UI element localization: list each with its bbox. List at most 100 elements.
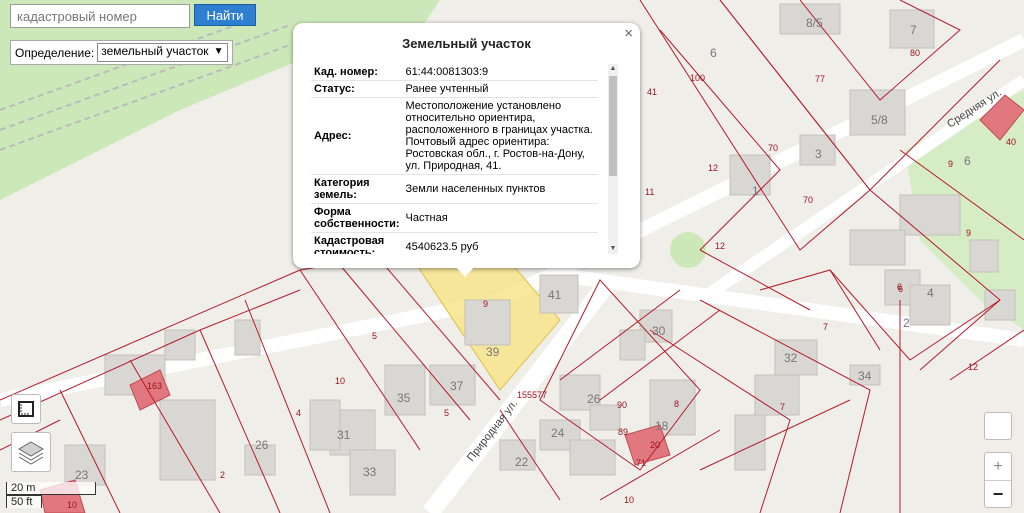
zoom-control: + − — [984, 452, 1012, 508]
scale-imperial: 50 ft — [6, 495, 42, 508]
svg-text:32: 32 — [784, 351, 798, 365]
row-key: Форма собственности: — [311, 203, 403, 233]
svg-text:33: 33 — [363, 465, 377, 479]
close-icon[interactable]: × — [624, 25, 633, 42]
cadastral-number-input[interactable] — [10, 4, 190, 28]
svg-text:5: 5 — [372, 331, 377, 341]
definition-label: Определение: — [15, 45, 95, 60]
ruler-icon — [18, 401, 34, 417]
scroll-thumb[interactable] — [609, 76, 617, 176]
svg-text:2: 2 — [220, 470, 225, 480]
svg-text:23: 23 — [75, 468, 89, 482]
svg-text:12: 12 — [715, 241, 725, 251]
svg-text:26: 26 — [255, 438, 269, 452]
svg-text:24: 24 — [551, 426, 565, 440]
svg-text:9: 9 — [948, 159, 953, 169]
scale-metric: 20 m — [6, 482, 96, 495]
svg-text:8/5: 8/5 — [806, 16, 823, 30]
svg-text:4: 4 — [296, 408, 301, 418]
row-value: Местоположение установлено относительно … — [402, 97, 598, 175]
svg-text:37: 37 — [450, 379, 464, 393]
definition-selected-value: земельный участок — [101, 44, 209, 58]
svg-text:18: 18 — [655, 419, 669, 433]
chevron-down-icon: ▼ — [213, 46, 224, 57]
definition-select[interactable]: земельный участок ▼ — [97, 43, 228, 62]
svg-text:10: 10 — [624, 495, 634, 505]
row-value: 61:44:0081303:9 — [402, 64, 598, 81]
row-value: Частная — [402, 203, 598, 233]
svg-text:4: 4 — [927, 286, 934, 300]
layers-icon — [18, 441, 44, 465]
popup-scrollbar[interactable]: ▲ ▼ — [608, 64, 618, 254]
scale-bar: 20 m 50 ft — [6, 482, 96, 508]
svg-text:11: 11 — [645, 187, 654, 197]
svg-text:8: 8 — [674, 399, 679, 409]
search-bar: Найти — [10, 4, 256, 28]
svg-text:34: 34 — [858, 369, 872, 383]
svg-text:5/8: 5/8 — [871, 113, 888, 127]
table-row: Категория земель: Земли населенных пункт… — [311, 174, 598, 204]
definition-control: Определение: земельный участок ▼ — [10, 40, 233, 65]
svg-text:3: 3 — [815, 147, 822, 161]
popup-title: Земельный участок — [402, 36, 531, 51]
svg-text:89: 89 — [618, 427, 628, 437]
svg-text:155577: 155577 — [517, 390, 547, 400]
svg-text:7: 7 — [910, 23, 917, 37]
fullscreen-button[interactable] — [984, 412, 1012, 440]
layers-button[interactable] — [11, 432, 51, 472]
row-key: Статус: — [311, 80, 403, 98]
table-row: Адрес: Местоположение установлено относи… — [311, 97, 598, 175]
svg-text:6: 6 — [964, 154, 971, 168]
svg-text:35: 35 — [397, 391, 411, 405]
svg-text:163: 163 — [147, 381, 162, 391]
zoom-out-button[interactable]: − — [985, 481, 1011, 507]
svg-text:71: 71 — [636, 458, 646, 468]
svg-text:5: 5 — [444, 408, 449, 418]
svg-text:22: 22 — [515, 455, 529, 469]
svg-text:31: 31 — [337, 428, 351, 442]
svg-text:30: 30 — [652, 324, 666, 338]
table-row: Форма собственности: Частная — [311, 203, 598, 233]
svg-text:12: 12 — [708, 163, 718, 173]
table-row: Статус: Ранее учтенный — [311, 80, 598, 98]
svg-text:40: 40 — [1006, 137, 1016, 147]
svg-text:39: 39 — [486, 345, 500, 359]
zoom-in-button[interactable]: + — [985, 453, 1011, 481]
scroll-up-icon[interactable]: ▲ — [608, 64, 618, 74]
svg-text:6: 6 — [898, 284, 903, 294]
plot-info-popup: × Земельный участок Кад. номер: 61:44:00… — [293, 23, 640, 268]
svg-text:7: 7 — [823, 322, 828, 332]
svg-text:10: 10 — [335, 376, 345, 386]
svg-text:100: 100 — [690, 73, 705, 83]
row-key: Категория земель: — [311, 174, 403, 204]
popup-body: Кад. номер: 61:44:0081303:9 Статус: Ране… — [311, 64, 618, 254]
row-value: Земли населенных пунктов — [402, 174, 598, 204]
row-value: 4540623.5 руб — [402, 232, 598, 254]
svg-text:9: 9 — [483, 299, 488, 309]
table-row: Кад. номер: 61:44:0081303:9 — [311, 64, 598, 81]
svg-text:70: 70 — [768, 143, 778, 153]
row-value: Ранее учтенный — [402, 80, 598, 98]
row-key: Кадастровая стоимость: — [311, 232, 403, 254]
svg-text:90: 90 — [617, 400, 627, 410]
svg-text:77: 77 — [815, 74, 825, 84]
row-key: Адрес: — [311, 97, 403, 175]
table-row: Кадастровая стоимость: 4540623.5 руб — [311, 232, 598, 254]
row-key: Кад. номер: — [311, 64, 403, 81]
svg-text:7: 7 — [780, 402, 785, 412]
svg-text:20: 20 — [650, 440, 660, 450]
svg-text:41: 41 — [548, 288, 562, 302]
svg-text:9: 9 — [966, 228, 971, 238]
plot-info-table: Кад. номер: 61:44:0081303:9 Статус: Ране… — [311, 64, 598, 254]
svg-text:70: 70 — [803, 195, 813, 205]
measure-button[interactable] — [11, 394, 41, 424]
svg-text:2: 2 — [903, 316, 910, 330]
svg-text:1: 1 — [752, 184, 759, 198]
popup-pointer — [455, 266, 475, 277]
find-button[interactable]: Найти — [194, 4, 256, 26]
scroll-down-icon[interactable]: ▼ — [608, 244, 618, 254]
svg-text:41: 41 — [647, 87, 657, 97]
svg-text:80: 80 — [910, 48, 920, 58]
svg-text:12: 12 — [968, 362, 978, 372]
svg-text:26: 26 — [587, 392, 601, 406]
